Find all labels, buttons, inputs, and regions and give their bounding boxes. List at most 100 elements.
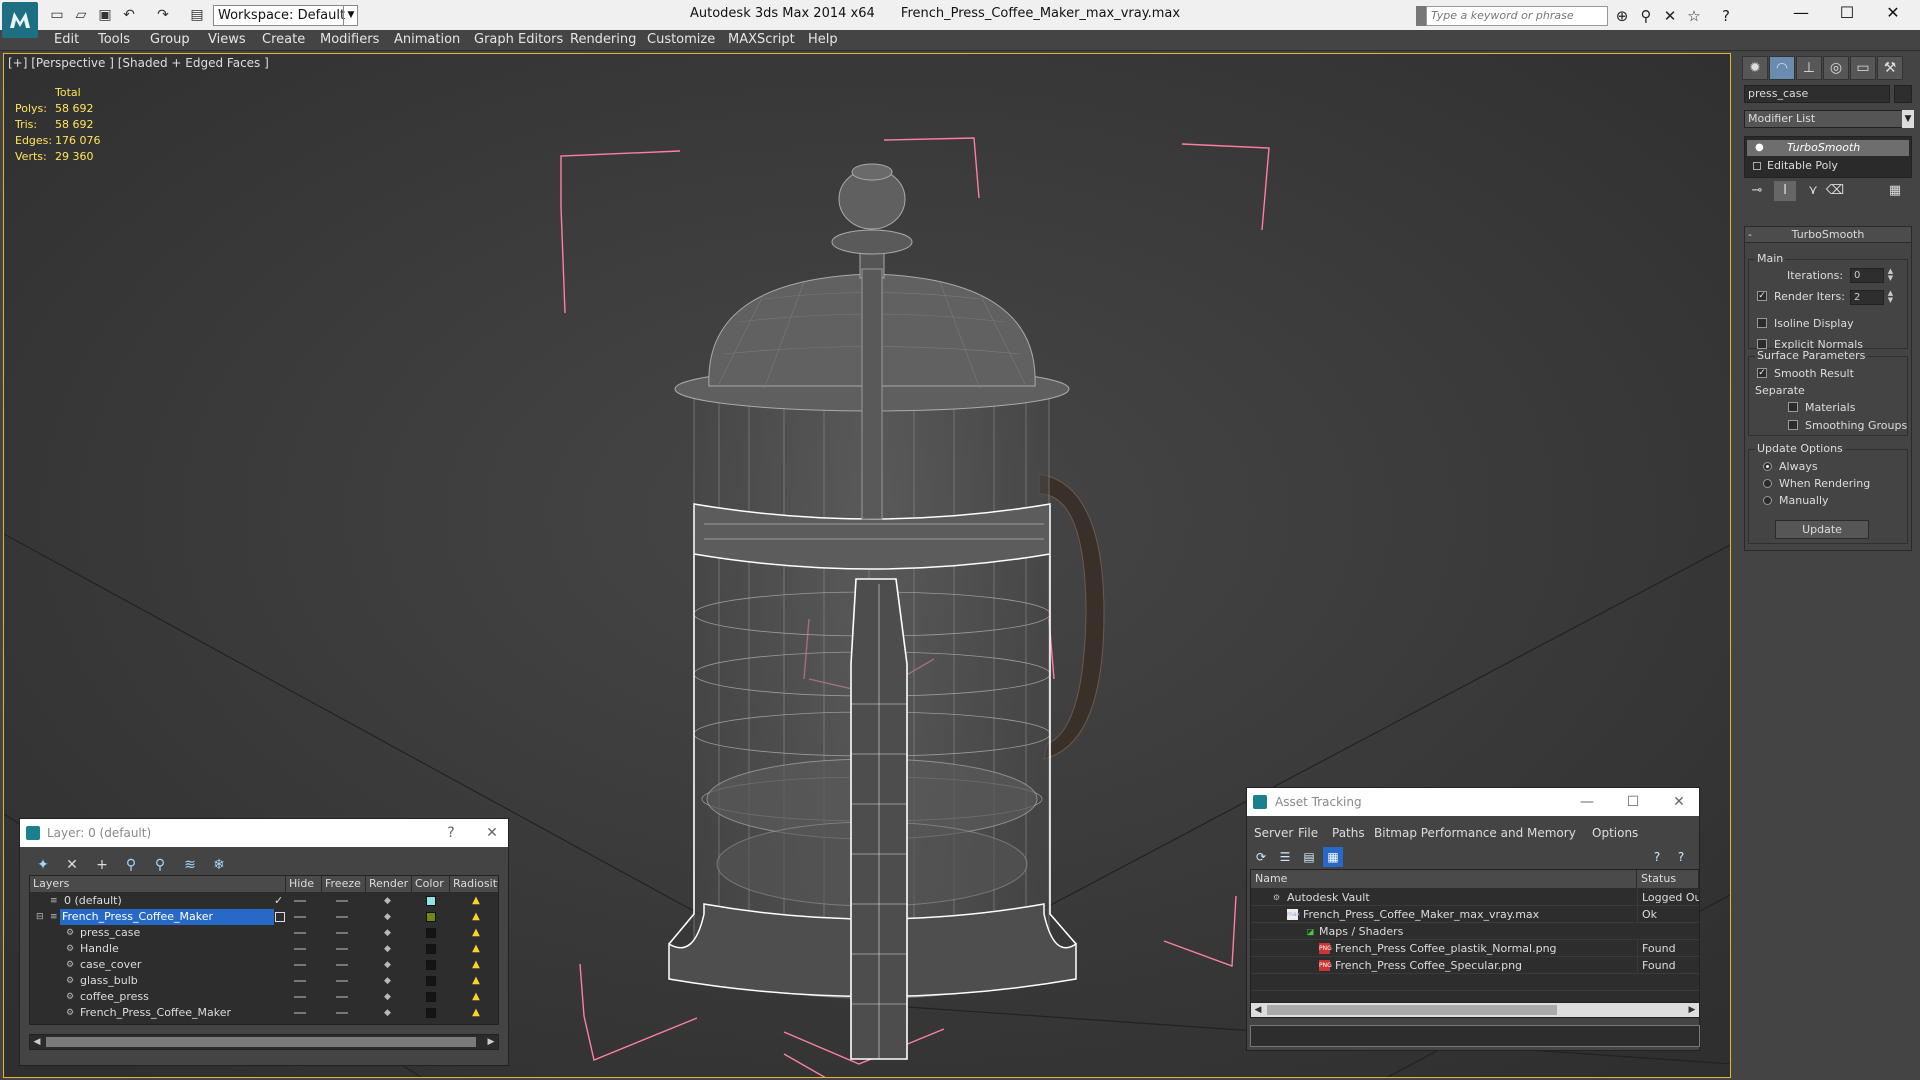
object-name[interactable]: French_Press_Coffee_Maker [78,1005,231,1021]
context-help-icon[interactable]: ? [1671,847,1691,867]
redo-icon[interactable]: ↷ [154,6,172,24]
max-logo-icon[interactable] [2,2,38,38]
column-header[interactable]: Freeze [322,876,366,892]
layer-color-swatch[interactable] [426,912,436,922]
lightbulb-icon[interactable]: ● [1755,140,1764,156]
column-header[interactable]: Radiosity [450,876,498,892]
layer-color-swatch[interactable] [426,992,436,1002]
asset-horizontal-scrollbar[interactable]: ◀ ▶ [1250,1002,1700,1018]
layer-color-swatch[interactable] [426,928,436,938]
asset-menu-paths[interactable]: Paths [1332,826,1365,840]
freeze-toggle[interactable] [336,932,348,934]
hide-toggle[interactable] [294,1012,306,1014]
object-row[interactable]: ⚙ Handle ◆ ▲ [30,941,498,957]
close-icon[interactable]: ✕ [1665,788,1693,816]
asset-table[interactable]: Name Status ⚙ Autodesk Vault Logged Ou m… [1250,869,1700,1003]
add-to-layer-icon[interactable]: + [92,855,112,875]
remove-modifier-icon[interactable]: ⌫ [1824,181,1846,201]
hide-toggle[interactable] [294,900,306,902]
render-teapot-icon[interactable]: ◆ [384,976,394,986]
object-name[interactable]: glass_bulb [78,973,138,989]
create-layer-icon[interactable]: ✦ [33,855,53,875]
chevron-down-icon[interactable]: ▼ [343,5,358,26]
hide-toggle[interactable] [294,916,306,918]
freeze-toggle[interactable] [336,916,348,918]
menu-tools[interactable]: Tools [98,32,130,47]
iterations-spinner[interactable]: 0 [1850,268,1884,283]
viewport-label[interactable]: [+] [Perspective ] [Shaded + Edged Faces… [8,56,269,70]
menu-create[interactable]: Create [262,32,305,47]
freeze-toggle[interactable] [336,900,348,902]
asset-menu-bitmap-performance[interactable]: Bitmap Performance and Memory [1374,826,1576,840]
object-name[interactable]: case_cover [78,957,141,973]
object-row[interactable]: ⚙ French_Press_Coffee_Maker ◆ ▲ [30,1005,498,1021]
object-color-swatch[interactable] [1894,85,1912,103]
binoculars-icon[interactable]: ⊕ [1612,6,1632,26]
maximize-icon[interactable]: ☐ [1619,788,1647,816]
search-input[interactable]: Type a keyword or phrase [1426,6,1608,26]
layer-name[interactable]: 0 (default) [62,893,122,909]
radiosity-icon[interactable]: ▲ [470,975,482,987]
radiosity-icon[interactable]: ▲ [470,911,482,923]
render-teapot-icon[interactable]: ◆ [384,896,394,906]
render-teapot-icon[interactable]: ◆ [384,928,394,938]
modifier-stack[interactable]: ● TurboSmooth Editable Poly [1744,136,1912,178]
save-file-icon[interactable]: ▣ [96,6,114,24]
object-name[interactable]: Handle [78,941,119,957]
rollout-header[interactable]: - TurboSmooth [1745,227,1911,243]
stack-item-turbosmooth[interactable]: ● TurboSmooth [1747,140,1909,156]
layer-color-swatch[interactable] [426,896,436,906]
always-radio[interactable] [1763,462,1772,471]
hide-toggle[interactable] [294,948,306,950]
radiosity-icon[interactable]: ▲ [470,991,482,1003]
column-header[interactable]: Hide [286,876,322,892]
hold-icon[interactable]: ▤ [188,6,206,24]
freeze-toggle[interactable] [336,964,348,966]
object-row[interactable]: ⚙ press_case ◆ ▲ [30,925,498,941]
collapse-icon[interactable]: ⊟ [36,912,46,922]
close-icon[interactable]: ✕ [1870,0,1916,30]
maximize-icon[interactable]: ☐ [1824,0,1870,30]
render-iters-checkbox[interactable]: ✓ [1757,291,1767,301]
freeze-toggle[interactable] [336,948,348,950]
scrollbar-thumb[interactable] [46,1037,476,1047]
undo-icon[interactable]: ↶ [120,6,138,24]
smooth-result-checkbox[interactable]: ✓ [1757,368,1767,378]
layer-color-swatch[interactable] [426,944,436,954]
hide-toggle[interactable] [294,932,306,934]
thumbnail-view-icon[interactable]: ▤ [1299,847,1319,867]
render-teapot-icon[interactable]: ◆ [384,1008,394,1018]
hierarchy-tab-icon[interactable]: ⊥ [1796,56,1822,80]
radiosity-icon[interactable]: ▲ [470,943,482,955]
asset-row[interactable]: PNG French_Press Coffee_plastik_Normal.p… [1251,940,1699,957]
freeze-all-icon[interactable]: ❄ [209,855,229,875]
help-icon[interactable]: ? [437,819,465,847]
scroll-left-icon[interactable]: ◀ [1251,1003,1265,1017]
subscription-icon[interactable]: ✕ [1660,6,1680,26]
active-layer-check-icon[interactable]: ✓ [274,893,283,909]
object-name[interactable]: coffee_press [78,989,149,1005]
object-row[interactable]: ⚙ coffee_press ◆ ▲ [30,989,498,1005]
search-expand-icon[interactable] [1416,6,1426,26]
layer-row[interactable]: ⊟ ≡ French_Press_Coffee_Maker ◆ ▲ [30,909,498,925]
scrollbar-thumb[interactable] [1267,1005,1557,1015]
layer-color-swatch[interactable] [426,960,436,970]
column-header[interactable]: Layers [30,876,286,892]
menu-customize[interactable]: Customize [647,32,715,47]
active-layer-box-icon[interactable] [275,912,285,922]
layer-horizontal-scrollbar[interactable]: ◀ ▶ [29,1034,499,1050]
show-end-result-icon[interactable]: Ⅰ [1774,181,1796,201]
close-icon[interactable]: ✕ [478,819,506,847]
layer-row[interactable]: ≡ 0 (default) ✓ ◆ ▲ [30,893,498,909]
freeze-toggle[interactable] [336,996,348,998]
asset-row[interactable]: ◪ Maps / Shaders [1251,923,1699,940]
create-tab-icon[interactable]: ✹ [1742,56,1768,80]
freeze-toggle[interactable] [336,1012,348,1014]
radiosity-icon[interactable]: ▲ [470,895,482,907]
menu-views[interactable]: Views [208,32,246,47]
highlight-layer-icon[interactable]: ⚲ [150,855,170,875]
asset-menu-options[interactable]: Options [1592,826,1638,840]
configure-sets-icon[interactable]: ▦ [1884,181,1906,201]
menu-edit[interactable]: Edit [54,32,79,47]
scroll-right-icon[interactable]: ▶ [1685,1003,1699,1017]
